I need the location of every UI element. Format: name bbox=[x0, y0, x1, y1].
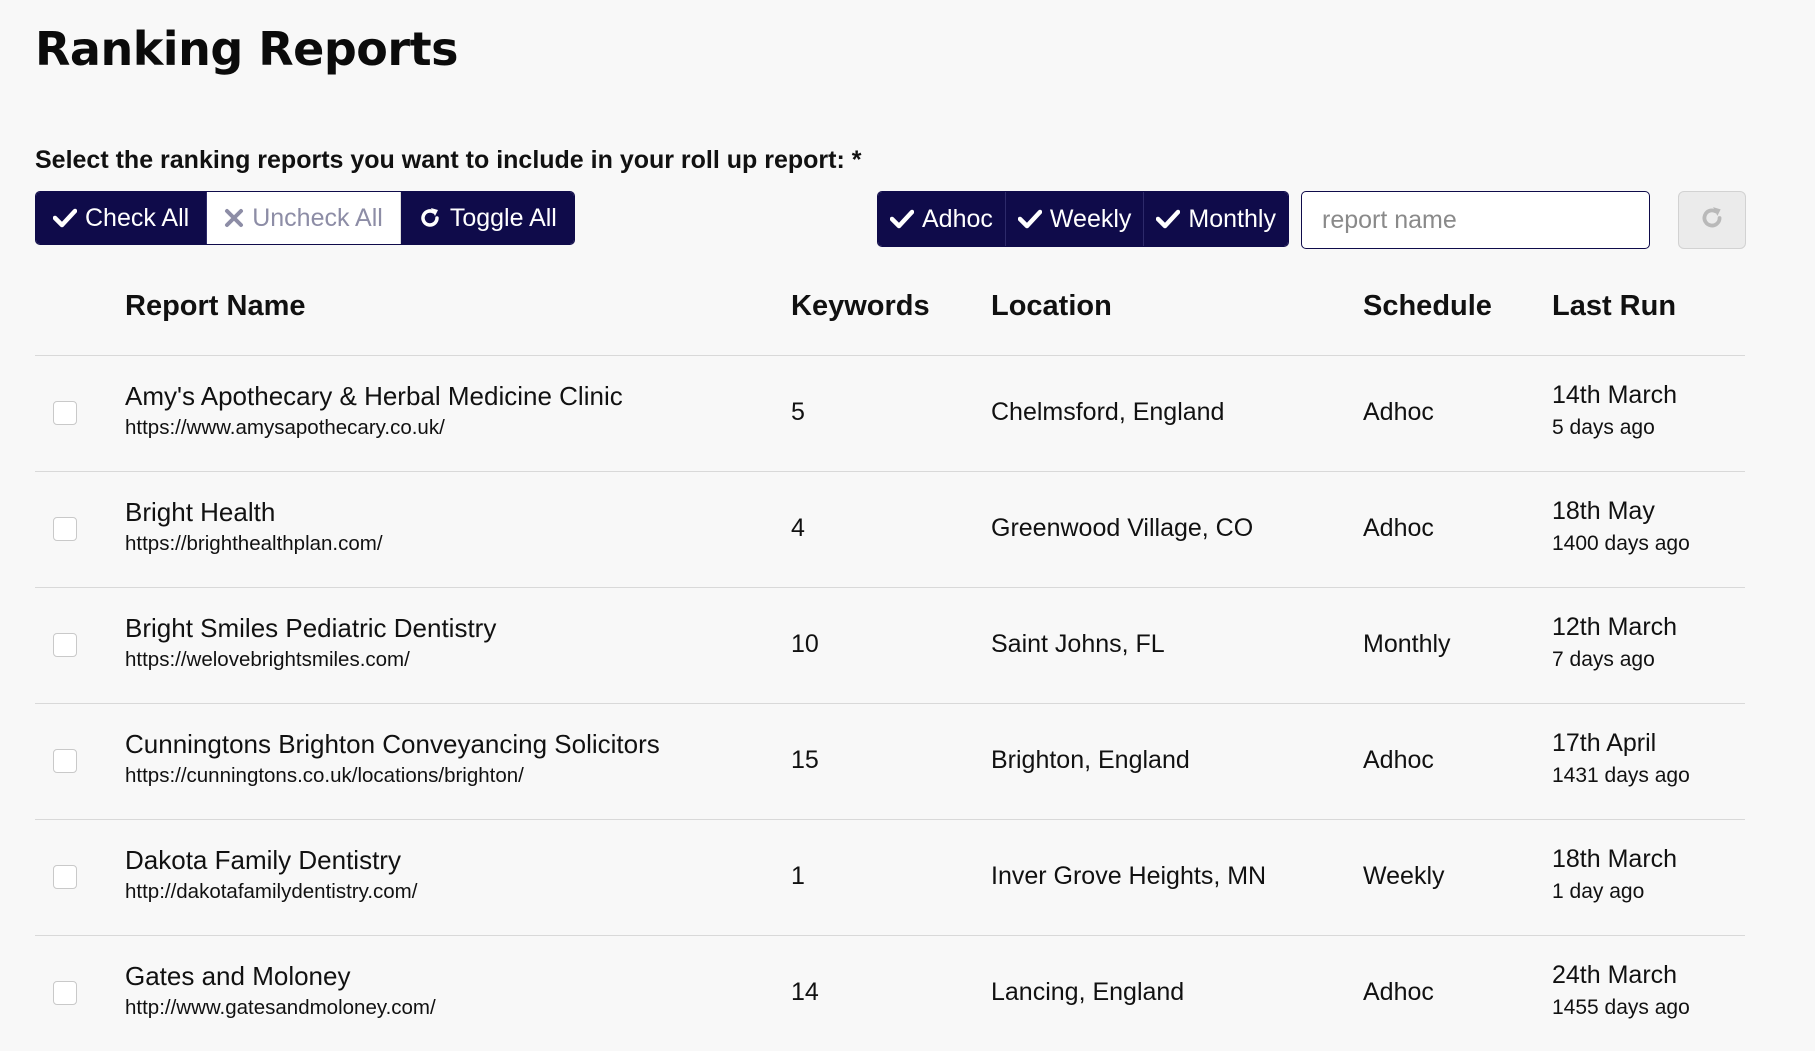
last-run-ago: 7 days ago bbox=[1552, 648, 1655, 671]
header-schedule: Schedule bbox=[1363, 290, 1492, 322]
selection-instruction: Select the ranking reports you want to i… bbox=[35, 146, 862, 174]
page-title: Ranking Reports bbox=[35, 22, 458, 76]
header-keywords: Keywords bbox=[791, 290, 930, 322]
check-icon bbox=[53, 208, 77, 228]
table-row: Cunningtons Brighton Conveyancing Solici… bbox=[35, 704, 1745, 820]
toggle-all-button[interactable]: Toggle All bbox=[400, 192, 574, 244]
report-url: https://cunningtons.co.uk/locations/brig… bbox=[125, 764, 524, 787]
schedule: Weekly bbox=[1363, 862, 1445, 890]
schedule: Adhoc bbox=[1363, 746, 1434, 774]
location: Chelmsford, England bbox=[991, 398, 1225, 426]
table-row: Dakota Family Dentistry http://dakotafam… bbox=[35, 820, 1745, 936]
search-input[interactable] bbox=[1302, 192, 1649, 248]
refresh-button[interactable] bbox=[1678, 191, 1746, 249]
header-last-run: Last Run bbox=[1552, 290, 1677, 322]
table-row: Bright Health https://brighthealthplan.c… bbox=[35, 472, 1745, 588]
table-body: Amy's Apothecary & Herbal Medicine Clini… bbox=[35, 356, 1745, 1051]
report-name: Gates and Moloney bbox=[125, 961, 351, 991]
filter-weekly-label: Weekly bbox=[1049, 204, 1132, 233]
toggle-all-label: Toggle All bbox=[449, 203, 557, 232]
check-all-label: Check All bbox=[85, 203, 190, 232]
check-icon bbox=[1017, 209, 1042, 229]
last-run-ago: 1400 days ago bbox=[1552, 532, 1690, 555]
last-run-ago: 5 days ago bbox=[1552, 416, 1655, 439]
last-run-date: 24th March bbox=[1552, 961, 1678, 989]
row-checkbox[interactable] bbox=[53, 865, 77, 889]
report-name: Dakota Family Dentistry bbox=[125, 845, 401, 875]
last-run-ago: 1431 days ago bbox=[1552, 764, 1690, 787]
x-icon bbox=[224, 208, 244, 228]
table-row: Amy's Apothecary & Herbal Medicine Clini… bbox=[35, 356, 1745, 472]
table-row: Gates and Moloney http://www.gatesandmol… bbox=[35, 936, 1745, 1051]
last-run-date: 18th March bbox=[1552, 845, 1678, 873]
keywords-count: 4 bbox=[791, 514, 805, 542]
location: Brighton, England bbox=[991, 746, 1190, 774]
refresh-icon bbox=[418, 206, 442, 230]
schedule: Adhoc bbox=[1363, 398, 1434, 426]
last-run-date: 12th March bbox=[1552, 613, 1678, 641]
row-checkbox[interactable] bbox=[53, 633, 77, 657]
header-location: Location bbox=[991, 290, 1112, 322]
check-icon bbox=[1156, 209, 1181, 229]
filter-monthly-toggle[interactable]: Monthly bbox=[1144, 192, 1288, 246]
search-box bbox=[1301, 191, 1650, 249]
table-header: Report Name Keywords Location Schedule L… bbox=[35, 290, 1745, 356]
schedule-filter-group: Adhoc Weekly Monthly bbox=[877, 191, 1289, 247]
row-checkbox[interactable] bbox=[53, 749, 77, 773]
location: Greenwood Village, CO bbox=[991, 514, 1254, 542]
schedule: Monthly bbox=[1363, 630, 1451, 658]
row-checkbox[interactable] bbox=[53, 401, 77, 425]
last-run-date: 17th April bbox=[1552, 729, 1657, 757]
filter-adhoc-toggle[interactable]: Adhoc bbox=[878, 192, 1006, 246]
bulk-action-group: Check All Uncheck All Toggle All bbox=[35, 191, 575, 245]
report-name: Bright Health bbox=[125, 497, 276, 527]
report-url: http://dakotafamilydentistry.com/ bbox=[125, 880, 418, 903]
keywords-count: 14 bbox=[791, 978, 819, 1006]
table-row: Bright Smiles Pediatric Dentistry https:… bbox=[35, 588, 1745, 704]
report-url: https://brighthealthplan.com/ bbox=[125, 532, 383, 555]
location: Saint Johns, FL bbox=[991, 630, 1165, 658]
ranking-reports-page: Ranking Reports Select the ranking repor… bbox=[0, 0, 1815, 1047]
location: Lancing, England bbox=[991, 978, 1185, 1006]
report-name: Amy's Apothecary & Herbal Medicine Clini… bbox=[125, 381, 623, 411]
keywords-count: 15 bbox=[791, 746, 819, 774]
keywords-count: 10 bbox=[791, 630, 819, 658]
report-name: Bright Smiles Pediatric Dentistry bbox=[125, 613, 497, 643]
report-name: Cunningtons Brighton Conveyancing Solici… bbox=[125, 729, 660, 759]
report-url: https://welovebrightsmiles.com/ bbox=[125, 648, 410, 671]
filter-adhoc-label: Adhoc bbox=[922, 204, 993, 233]
check-all-button[interactable]: Check All bbox=[36, 192, 208, 244]
last-run-date: 14th March bbox=[1552, 381, 1678, 409]
keywords-count: 1 bbox=[791, 862, 805, 890]
header-report-name: Report Name bbox=[125, 290, 306, 322]
uncheck-all-button[interactable]: Uncheck All bbox=[207, 192, 401, 244]
report-url: https://www.amysapothecary.co.uk/ bbox=[125, 416, 445, 439]
filter-monthly-label: Monthly bbox=[1188, 204, 1276, 233]
uncheck-all-label: Uncheck All bbox=[252, 203, 383, 232]
last-run-ago: 1 day ago bbox=[1552, 880, 1645, 903]
last-run-ago: 1455 days ago bbox=[1552, 996, 1690, 1019]
refresh-icon bbox=[1699, 205, 1725, 236]
filter-weekly-toggle[interactable]: Weekly bbox=[1005, 192, 1145, 246]
last-run-date: 18th May bbox=[1552, 497, 1655, 525]
row-checkbox[interactable] bbox=[53, 517, 77, 541]
report-url: http://www.gatesandmoloney.com/ bbox=[125, 996, 436, 1019]
check-icon bbox=[890, 209, 914, 229]
location: Inver Grove Heights, MN bbox=[991, 862, 1267, 890]
schedule: Adhoc bbox=[1363, 514, 1434, 542]
schedule: Adhoc bbox=[1363, 978, 1434, 1006]
row-checkbox[interactable] bbox=[53, 981, 77, 1005]
keywords-count: 5 bbox=[791, 398, 805, 426]
